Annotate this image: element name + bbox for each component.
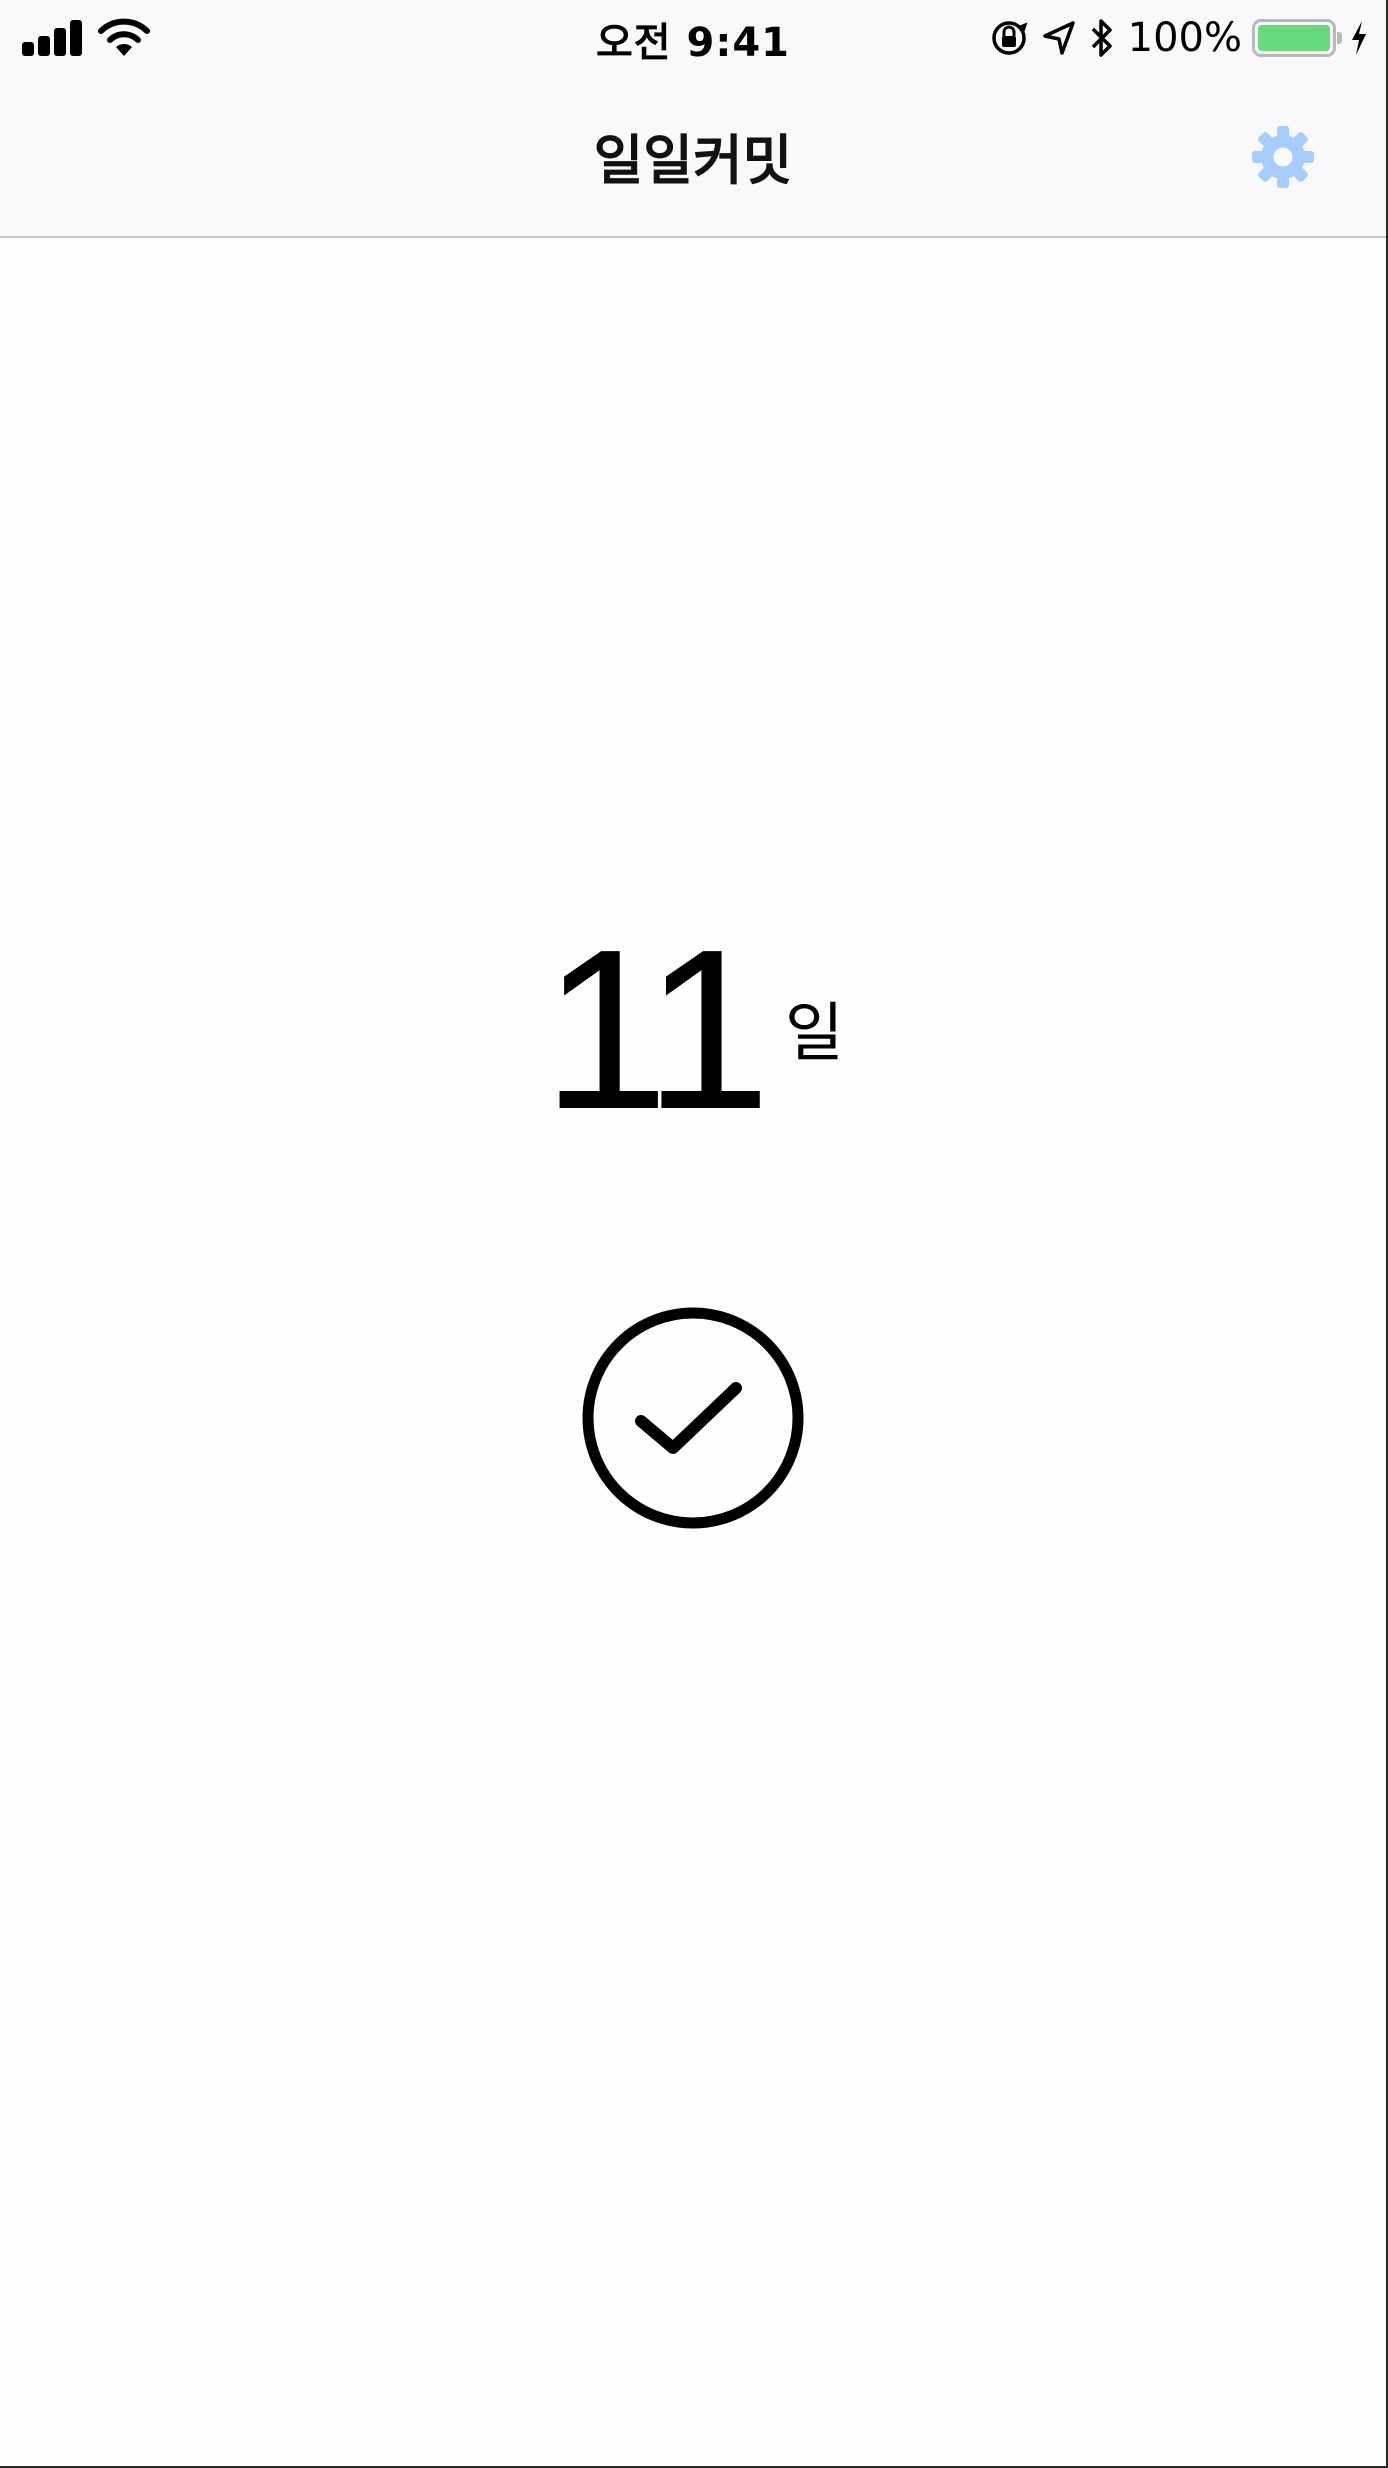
battery-fill bbox=[1258, 25, 1330, 51]
day-count: 11 bbox=[542, 903, 771, 1157]
commit-streak-counter: 11 일 bbox=[0, 903, 1386, 1157]
day-unit: 일 bbox=[784, 997, 844, 1071]
settings-button[interactable] bbox=[1250, 124, 1316, 190]
app-screen: 오전 9:41 100% 일일커밋 11 일 bbox=[0, 0, 1388, 2468]
charging-icon bbox=[1352, 21, 1366, 55]
navigation-bar: 일일커밋 bbox=[0, 74, 1386, 238]
battery-percent: 100% bbox=[1127, 15, 1242, 61]
page-title: 일일커밋 bbox=[593, 129, 793, 192]
check-circle-icon bbox=[582, 1307, 804, 1529]
battery-icon bbox=[1252, 19, 1342, 57]
commit-check-button[interactable] bbox=[578, 1303, 808, 1533]
orientation-lock-icon bbox=[991, 21, 1028, 55]
status-bar: 오전 9:41 100% bbox=[0, 0, 1386, 74]
bluetooth-icon bbox=[1091, 19, 1112, 57]
status-indicators: 100% bbox=[976, 12, 1368, 64]
location-icon bbox=[1042, 21, 1075, 55]
